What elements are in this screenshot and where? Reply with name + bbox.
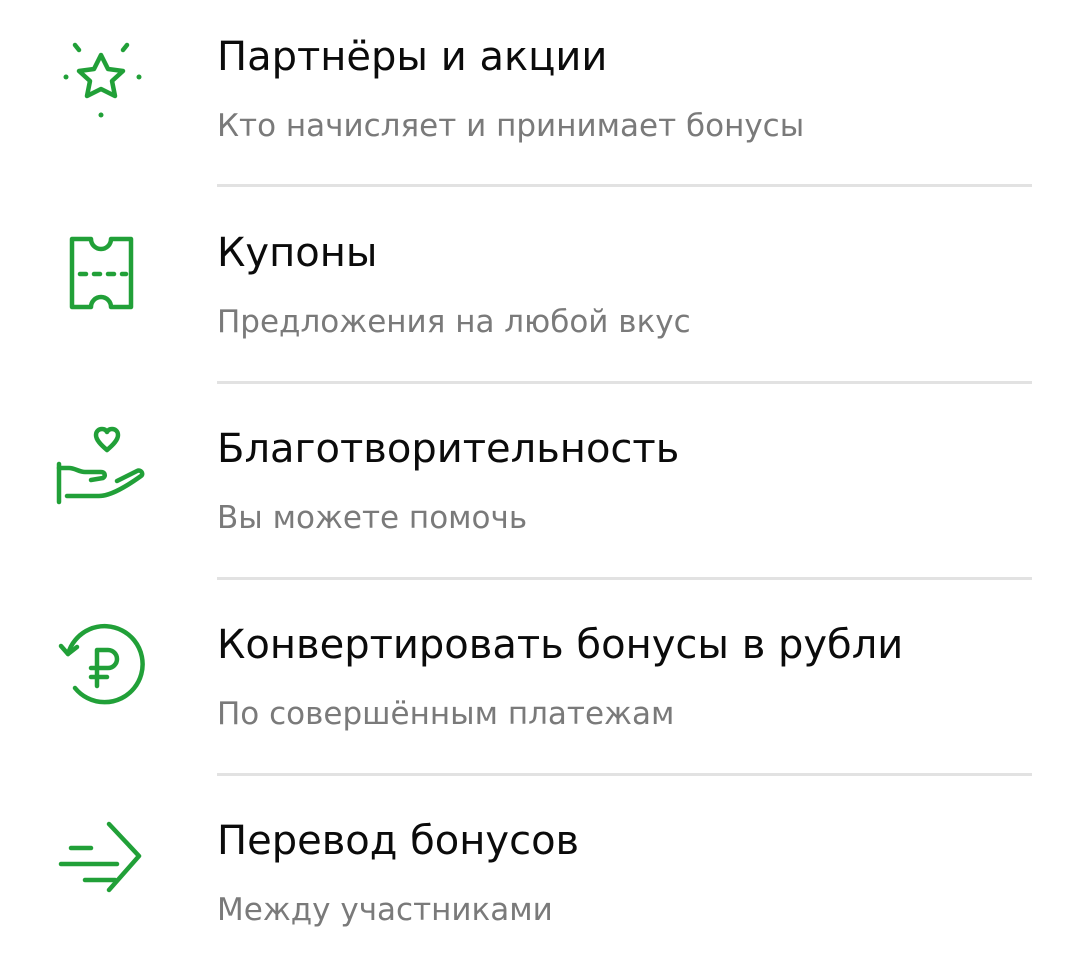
menu-item-subtitle: Вы можете помочь [217, 500, 528, 536]
heart-hand-icon [55, 420, 151, 516]
menu-item-subtitle: Кто начисляет и принимает бонусы [217, 108, 805, 144]
menu-item-subtitle: Предложения на любой вкус [217, 304, 691, 340]
bonus-menu-list: Партнёры и акции Кто начисляет и принима… [0, 0, 1080, 973]
menu-item-charity[interactable]: Благотворительность Вы можете помочь [0, 392, 1080, 588]
divider [217, 773, 1032, 776]
divider [217, 577, 1032, 580]
menu-item-title: Партнёры и акции [217, 34, 608, 80]
menu-item-subtitle: По совершённым платежам [217, 696, 675, 732]
ruble-convert-icon [55, 616, 151, 712]
menu-item-coupons[interactable]: Купоны Предложения на любой вкус [0, 196, 1080, 392]
divider [217, 381, 1032, 384]
menu-item-subtitle: Между участниками [217, 892, 553, 928]
coupon-icon [55, 224, 151, 320]
transfer-arrow-icon [55, 812, 151, 908]
menu-item-convert-bonuses[interactable]: Конвертировать бонусы в рубли По совершё… [0, 588, 1080, 784]
menu-item-partners[interactable]: Партнёры и акции Кто начисляет и принима… [0, 0, 1080, 196]
menu-item-title: Благотворительность [217, 426, 680, 472]
menu-item-title: Конвертировать бонусы в рубли [217, 622, 904, 668]
divider [217, 184, 1032, 187]
star-sparkle-icon [55, 35, 151, 131]
menu-item-transfer-bonuses[interactable]: Перевод бонусов Между участниками [0, 784, 1080, 980]
menu-item-title: Купоны [217, 230, 378, 276]
menu-item-title: Перевод бонусов [217, 818, 580, 864]
